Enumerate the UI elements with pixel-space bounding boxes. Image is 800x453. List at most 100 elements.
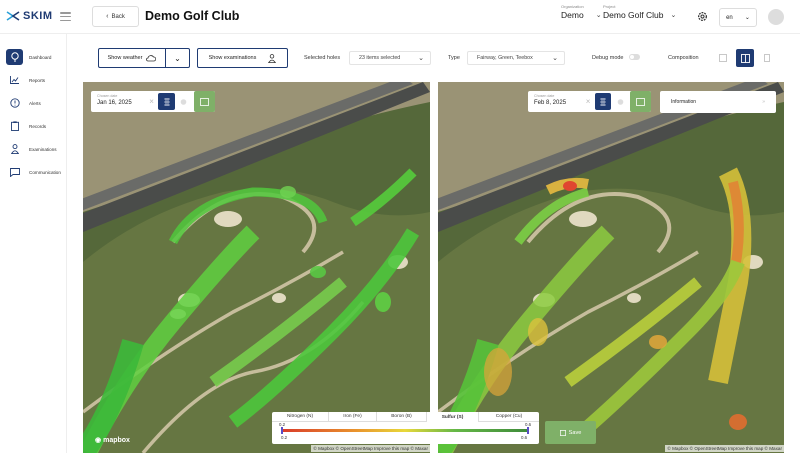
single-view-icon <box>718 54 727 62</box>
app-root: SKIM ‹ Back Demo Golf Club Organization … <box>0 0 800 453</box>
map-icon <box>200 97 209 106</box>
sidebar-item-label: Examinations <box>29 146 57 152</box>
sidebar-item-communication[interactable]: Communication <box>6 164 64 180</box>
right-date-value: Feb 8, 2025 <box>534 100 567 106</box>
right-layer-button[interactable] <box>594 93 611 110</box>
tab-copper[interactable]: Copper (Cu) <box>479 412 539 422</box>
close-icon[interactable]: × <box>582 97 593 106</box>
chevron-down-icon: ⌄ <box>744 15 750 21</box>
right-date-label: Chosen date <box>534 94 555 98</box>
type-select[interactable]: Fairway, Green, Teebox ⌄ <box>467 51 565 65</box>
save-button[interactable]: Save <box>545 421 596 444</box>
back-button[interactable]: ‹ Back <box>92 6 139 27</box>
brand-logo[interactable]: SKIM <box>6 10 53 22</box>
sidebar-item-reports[interactable]: Reports <box>6 72 64 88</box>
information-panel[interactable]: Information » <box>660 91 776 113</box>
save-label: Save <box>568 429 582 436</box>
layers-icon <box>599 97 606 106</box>
chevron-down-icon: ⌄ <box>174 53 181 63</box>
map-left[interactable]: Chosen date Jan 16, 2025 × ◉ mapbox © Ma… <box>83 82 430 453</box>
drop-icon <box>180 99 187 105</box>
save-icon <box>559 429 566 436</box>
chevron-down-icon: ⌄ <box>418 55 424 62</box>
type-value: Fairway, Green, Teebox <box>477 55 533 61</box>
sidebar-item-label: Communication <box>29 169 61 175</box>
left-drop-button[interactable] <box>176 93 192 110</box>
layers-icon <box>163 97 170 106</box>
show-examinations-button[interactable]: Show examinations <box>197 48 288 68</box>
language-value: en <box>726 14 733 21</box>
map-attribution-left[interactable]: © Mapbox © OpenStreetMap Improve this ma… <box>311 445 430 452</box>
selected-holes-value: 23 items selected <box>359 55 401 61</box>
show-examinations-label: Show examinations <box>208 55 257 61</box>
cloud-sun-icon <box>146 55 157 62</box>
selected-holes-select[interactable]: 23 items selected ⌄ <box>349 51 431 65</box>
sidebar-item-records[interactable]: Records <box>6 118 64 134</box>
debug-mode-toggle[interactable] <box>629 54 640 60</box>
chevron-down-icon: ⌄ <box>670 12 677 19</box>
avatar[interactable] <box>768 9 784 25</box>
chevron-down-icon: ⌄ <box>552 55 558 62</box>
chat-icon <box>6 164 23 180</box>
left-date-label: Chosen date <box>97 94 118 98</box>
sidebar-item-dashboard[interactable]: Dashboard <box>6 49 64 65</box>
language-select[interactable]: en ⌄ <box>719 8 757 27</box>
weather-button-group: Show weather ⌄ <box>98 48 190 68</box>
show-weather-label: Show weather <box>107 55 143 61</box>
right-calendar-button[interactable] <box>630 91 651 112</box>
sidebar-item-alerts[interactable]: Alerts <box>6 95 64 111</box>
organization-select[interactable]: Organization Demo ⌄ <box>561 4 602 20</box>
left-layer-button[interactable] <box>158 93 175 110</box>
collapse-icon: » <box>762 99 765 105</box>
menu-icon[interactable] <box>60 12 71 21</box>
show-weather-button[interactable]: Show weather <box>99 49 166 67</box>
right-drop-button[interactable] <box>612 93 628 110</box>
legend-max-handle[interactable] <box>527 427 529 434</box>
legend-min-handle[interactable] <box>281 427 283 434</box>
sidebar-item-label: Dashboard <box>29 54 52 60</box>
nutrient-legend: Nitrogen (N) Iron (Fe) Boron (B) Sulfur … <box>272 412 539 444</box>
debug-mode-label: Debug mode <box>592 55 624 61</box>
tab-nitrogen[interactable]: Nitrogen (N) <box>272 412 329 422</box>
tab-iron[interactable]: Iron (Fe) <box>329 412 377 422</box>
sidebar-item-label: Reports <box>29 77 46 83</box>
composition-single-button[interactable] <box>714 50 731 66</box>
gear-icon[interactable] <box>697 11 708 22</box>
chart-icon <box>6 72 23 88</box>
composition-vertical-button[interactable] <box>758 50 775 66</box>
map-attribution-right[interactable]: © Mapbox © OpenStreetMap Improve this ma… <box>665 445 784 452</box>
project-label: Project <box>603 4 616 9</box>
logo-icon <box>6 11 20 21</box>
close-icon[interactable]: × <box>146 97 158 106</box>
project-select[interactable]: Project Demo Golf Club ⌄ <box>603 4 676 20</box>
sidebar-item-examinations[interactable]: Examinations <box>6 141 64 157</box>
mapbox-icon: ◉ <box>95 437 102 444</box>
composition-split-button[interactable] <box>736 49 754 67</box>
vertical-view-icon <box>763 54 770 62</box>
map-right[interactable]: Chosen date Feb 8, 2025 × Information » … <box>438 82 784 453</box>
organization-value: Demo <box>561 10 584 20</box>
legend-max-bottom: 0.6 <box>521 435 528 440</box>
left-date-picker[interactable]: Chosen date Jan 16, 2025 <box>91 91 146 112</box>
nutrient-tabs: Nitrogen (N) Iron (Fe) Boron (B) Sulfur … <box>272 412 539 422</box>
brand-name: SKIM <box>23 10 53 22</box>
left-date-controls: Chosen date Jan 16, 2025 × <box>91 91 215 112</box>
weather-dropdown[interactable]: ⌄ <box>166 49 189 67</box>
split-view-icon <box>740 53 750 63</box>
dashboard-icon <box>6 49 23 65</box>
legend-min-bottom: 0.2 <box>281 435 288 440</box>
left-calendar-button[interactable] <box>193 91 215 112</box>
page-title: Demo Golf Club <box>145 9 240 23</box>
map-icon <box>636 97 645 106</box>
sidebar-item-label: Alerts <box>29 100 41 106</box>
right-date-picker[interactable]: Chosen date Feb 8, 2025 <box>528 91 582 112</box>
information-label: Information <box>671 99 697 105</box>
person-icon <box>268 53 277 63</box>
person-icon <box>6 141 23 157</box>
satellite-map-right <box>438 82 784 453</box>
left-date-value: Jan 16, 2025 <box>97 100 132 106</box>
mapbox-label: mapbox <box>103 436 130 444</box>
tab-boron[interactable]: Boron (B) <box>377 412 427 422</box>
drop-icon <box>617 99 623 105</box>
tab-sulfur[interactable]: Sulfur (S) <box>427 412 479 422</box>
